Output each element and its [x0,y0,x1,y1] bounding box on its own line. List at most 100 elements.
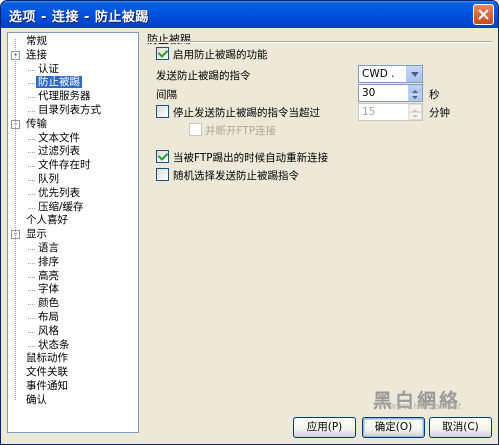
command-value: CWD . [362,68,395,80]
tree-item[interactable]: 连接 [24,49,49,62]
tree-item[interactable]: 个人喜好 [24,214,70,227]
tree-item[interactable]: 确认 [24,394,49,407]
tree-item[interactable]: 队列 [36,173,61,186]
command-combo[interactable]: CWD . [358,65,423,83]
tree-item-label: 字体 [38,283,59,296]
tree-connector [28,290,35,292]
tree-item[interactable]: 鼠标动作 [24,352,70,365]
tree-item[interactable]: 目录列表方式 [36,104,103,117]
auto-reconnect-checkbox[interactable] [156,150,169,163]
tree-item-label: 传输 [26,117,47,130]
tree-item-label: 显示 [26,228,47,241]
tree-connector [28,262,35,264]
tree-connector [28,193,35,195]
tree-item[interactable]: 颜色 [36,297,61,310]
tree-item-label: 事件通知 [26,380,68,392]
tree-item-label: 风格 [38,324,59,337]
stop-minutes-spinner[interactable]: 15 [358,103,423,121]
tree-item-label: 过滤列表 [38,145,80,158]
stop-sending-label: 停止发送防止被踢的指令当超过 [173,107,320,119]
interval-unit: 秒 [429,89,440,101]
tree-connector [28,152,35,154]
random-command-label: 随机选择发送防止被踢指令 [173,170,299,182]
tree-item-label: 个人喜好 [26,214,68,227]
tree-item-label: 文本文件 [38,131,80,144]
tree-item-label: 排序 [38,255,59,268]
tree-item-label: 布局 [38,311,59,323]
disconnect-checkbox[interactable] [189,123,202,136]
tree-connector [28,97,35,99]
tree-connector [28,318,35,319]
tree-connector [28,345,35,347]
tree-item[interactable]: 文本文件 [36,132,82,145]
tree-item[interactable]: 字体 [36,283,61,296]
tree-item-label: 代理服务器 [38,90,91,103]
stop-minutes-unit: 分钟 [429,107,450,119]
tree-item-label: 状态条 [38,338,70,351]
panel-title: 防止被踢 [147,33,191,46]
close-button[interactable] [473,4,494,25]
spin-up-icon[interactable] [408,85,422,93]
enable-anti-idle-checkbox[interactable] [156,47,169,60]
tree-item-label: 文件关联 [26,366,68,379]
tree-item-label: 语言 [38,242,59,254]
tree-item[interactable]: 语言 [36,242,61,255]
tree-connector [28,304,35,306]
cancel-button[interactable]: 取消(C) [429,417,492,438]
spin-up-icon[interactable] [408,104,422,112]
spin-down-icon[interactable] [408,112,422,120]
tree-item[interactable]: 优先列表 [36,187,82,200]
tree-item[interactable]: 传输 [24,118,49,131]
tree-item-label: 文件存在时 [38,159,91,172]
tree-item-label: 压缩/缓存 [38,200,84,213]
tree-connector [28,69,35,71]
tree-item-label: 常规 [26,35,47,47]
tree-item[interactable]: 常规 [24,35,49,48]
tree-item[interactable]: 布局 [36,311,61,324]
tree-connector [28,207,35,209]
tree-item-label: 认证 [38,62,59,75]
watermark-url: www.HeiBai.Net [389,402,462,412]
title-bar[interactable]: 选项 - 连接 - 防止被踢 [1,1,498,28]
stop-sending-checkbox[interactable] [156,105,169,118]
chevron-down-icon[interactable] [406,66,422,82]
tree-item-label: 防止被踢 [36,76,82,89]
options-dialog: 选项 - 连接 - 防止被踢 常规 连接 - 认证 防止被踢 代理服务器 目录列表方式 传输 -… [0,0,499,445]
tree-connector [28,166,35,168]
tree-item[interactable]: 高亮 [36,270,61,283]
tree-connector [28,138,35,140]
spin-down-icon[interactable] [408,93,422,101]
tree-item[interactable]: 认证 [36,63,61,76]
stop-minutes-value: 15 [362,106,376,118]
enable-anti-idle-label: 启用防止被踢的功能 [173,49,268,61]
tree-item[interactable]: 显示 [24,228,49,241]
tree-item[interactable]: 防止被踢 [36,76,82,89]
tree-item[interactable]: 文件关联 [24,366,70,379]
random-command-checkbox[interactable] [156,168,169,181]
tree-item[interactable]: 过滤列表 [36,145,82,158]
tree-connector [28,331,35,333]
disconnect-label: 并断开FTP连接 [205,125,277,137]
tree-item-label: 确认 [26,393,47,406]
tree-connector [28,111,35,112]
tree-item[interactable]: 文件存在时 [36,159,93,172]
tree-item-label: 颜色 [38,297,59,310]
tree-connector [28,83,35,85]
tree-item-label: 优先列表 [38,186,80,199]
tree-item[interactable]: 排序 [36,256,61,269]
tree-item[interactable]: 事件通知 [24,380,70,393]
options-tree[interactable]: 常规 连接 - 认证 防止被踢 代理服务器 目录列表方式 传输 - 文本文件 过滤列表 文件存在时 队列… [7,32,139,433]
ok-button[interactable]: 确定(O) [362,417,425,438]
tree-connector [28,249,35,250]
tree-connector [28,276,35,278]
close-icon [478,9,489,20]
apply-button[interactable]: 应用(P) [293,417,356,438]
tree-item[interactable]: 状态条 [36,339,72,352]
interval-spinner[interactable]: 30 [358,84,423,102]
tree-item-label: 目录列表方式 [38,104,101,116]
tree-item[interactable]: 风格 [36,325,61,338]
tree-item[interactable]: 代理服务器 [36,90,93,103]
tree-item-label: 鼠标动作 [26,352,68,365]
interval-label: 间隔 [156,89,177,101]
tree-item[interactable]: 压缩/缓存 [36,201,86,214]
